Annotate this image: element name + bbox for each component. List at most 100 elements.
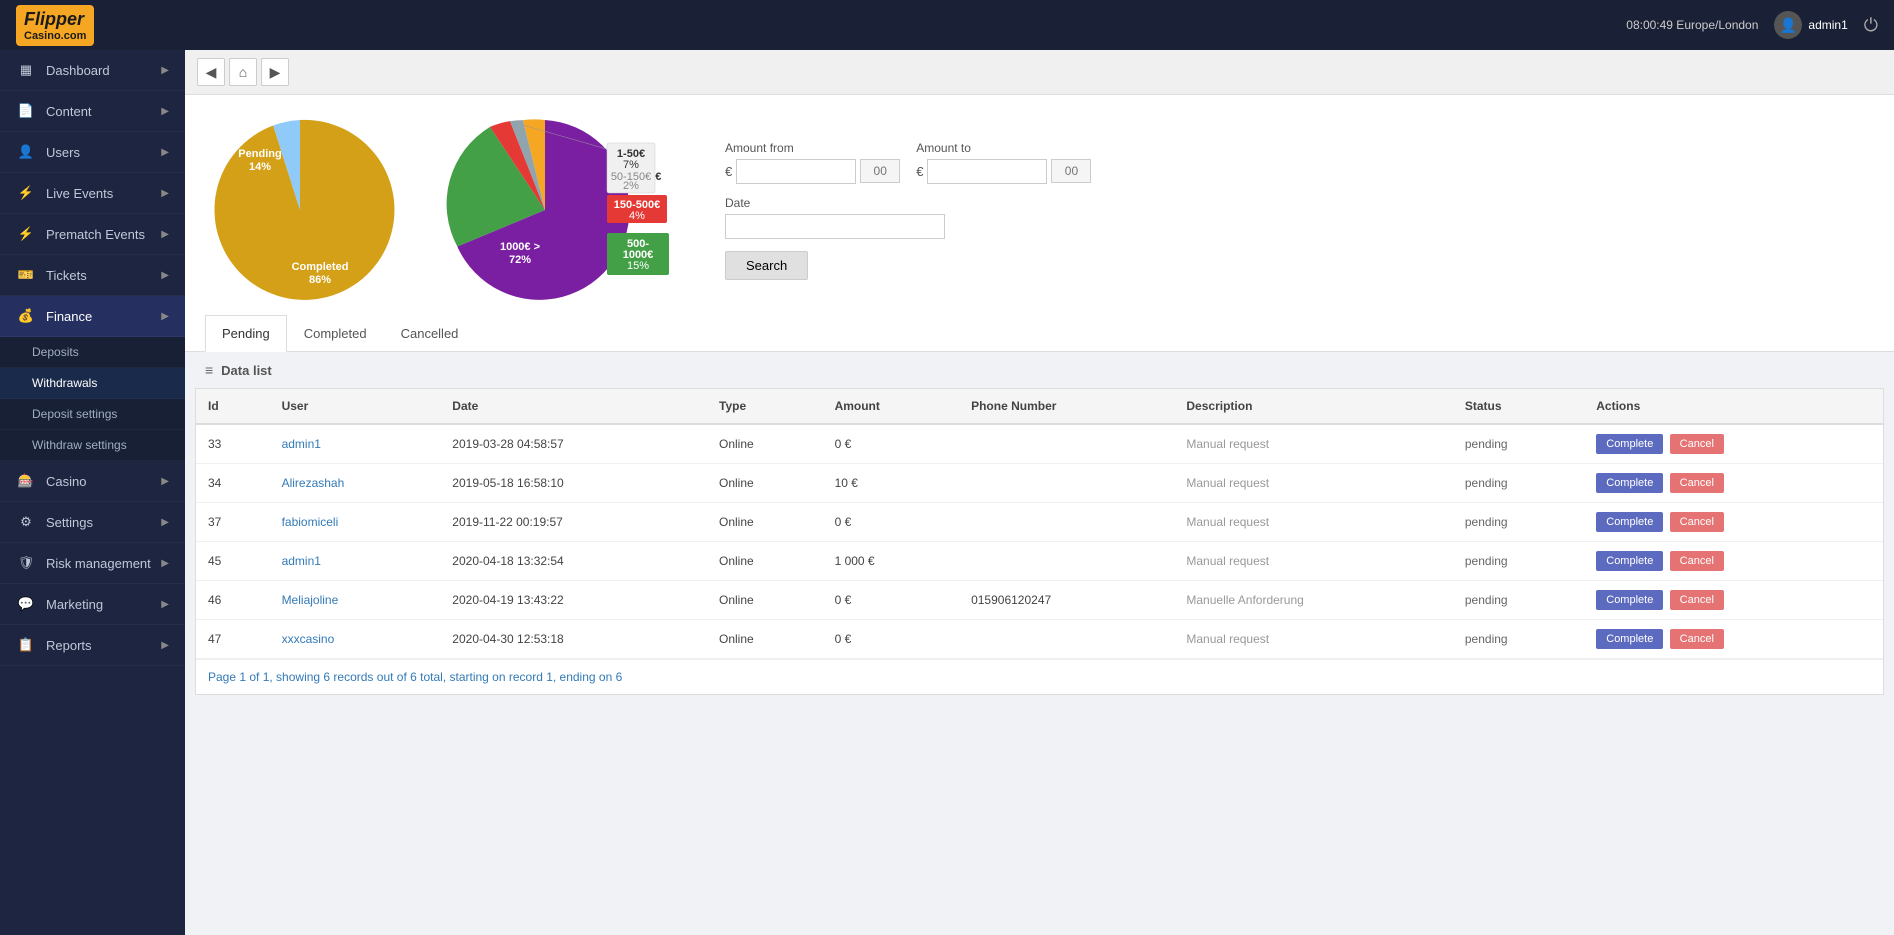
clock: 08:00:49 Europe/London — [1626, 18, 1758, 32]
prematch-icon: ⚡ — [16, 224, 36, 244]
tab-completed[interactable]: Completed — [287, 315, 384, 352]
currency-from-symbol: € — [725, 164, 732, 179]
cell-description: Manual request — [1174, 542, 1452, 581]
amount-pie-chart: 1-50€ 7% 50-150€ 150-500€ 4% 500- 1000€ … — [435, 115, 665, 305]
status-pie-chart: Pending 14% Completed 86% — [205, 115, 395, 305]
user-link[interactable]: Alirezashah — [282, 476, 345, 490]
amount-from-input[interactable] — [736, 159, 856, 184]
cancel-button[interactable]: Cancel — [1670, 473, 1724, 493]
live-events-icon: ⚡ — [16, 183, 36, 203]
chevron-right-icon: ▶ — [161, 270, 169, 281]
forward-button[interactable]: ▶ — [261, 58, 289, 86]
svg-text:1000€ >: 1000€ > — [500, 241, 540, 253]
sidebar-label: Dashboard — [46, 63, 110, 78]
sidebar-item-finance[interactable]: 💰 Finance ▶ — [0, 296, 185, 337]
chevron-right-icon: ▶ — [161, 65, 169, 76]
cell-user: admin1 — [270, 424, 441, 464]
cell-amount: 0 € — [823, 581, 960, 620]
date-input[interactable] — [725, 214, 945, 239]
cell-id: 37 — [196, 503, 270, 542]
amount-to-input[interactable] — [927, 159, 1047, 184]
sidebar-item-risk[interactable]: 🛡 Risk management ▶ — [0, 543, 185, 584]
cancel-button[interactable]: Cancel — [1670, 629, 1724, 649]
cell-actions: Complete Cancel — [1584, 424, 1883, 464]
cell-type: Online — [707, 503, 823, 542]
cancel-button[interactable]: Cancel — [1670, 590, 1724, 610]
sidebar-item-tickets[interactable]: 🎫 Tickets ▶ — [0, 255, 185, 296]
topbar: Flipper Casino.com 08:00:49 Europe/Londo… — [0, 0, 1894, 50]
sidebar-item-content[interactable]: 📄 Content ▶ — [0, 91, 185, 132]
users-icon: 👤 — [16, 142, 36, 162]
sidebar-item-live-events[interactable]: ⚡ Live Events ▶ — [0, 173, 185, 214]
user-link[interactable]: admin1 — [282, 554, 321, 568]
complete-button[interactable]: Complete — [1596, 629, 1663, 649]
cancel-button[interactable]: Cancel — [1670, 551, 1724, 571]
sidebar-item-reports[interactable]: 📋 Reports ▶ — [0, 625, 185, 666]
sidebar-item-deposits[interactable]: Deposits — [0, 337, 185, 368]
search-button[interactable]: Search — [725, 251, 808, 280]
back-button[interactable]: ◀ — [197, 58, 225, 86]
sidebar-item-users[interactable]: 👤 Users ▶ — [0, 132, 185, 173]
tab-cancelled[interactable]: Cancelled — [384, 315, 476, 352]
cell-date: 2019-05-18 16:58:10 — [440, 464, 707, 503]
topbar-right: 08:00:49 Europe/London 👤 admin1 ⏻ — [1626, 11, 1878, 39]
logout-icon[interactable]: ⏻ — [1864, 15, 1878, 36]
sidebar-label: Casino — [46, 474, 86, 489]
svg-text:15%: 15% — [627, 260, 649, 272]
data-table-wrap: Id User Date Type Amount Phone Number De… — [195, 388, 1884, 695]
sidebar-item-casino[interactable]: 🎰 Casino ▶ — [0, 461, 185, 502]
complete-button[interactable]: Complete — [1596, 434, 1663, 454]
cell-type: Online — [707, 581, 823, 620]
cell-id: 33 — [196, 424, 270, 464]
sidebar-label: Marketing — [46, 597, 103, 612]
sidebar-item-prematch[interactable]: ⚡ Prematch Events ▶ — [0, 214, 185, 255]
cancel-button[interactable]: Cancel — [1670, 434, 1724, 454]
user-link[interactable]: Meliajoline — [282, 593, 339, 607]
sidebar-item-withdrawals[interactable]: Withdrawals — [0, 368, 185, 399]
tab-pending[interactable]: Pending — [205, 315, 287, 352]
sidebar-label: Settings — [46, 515, 93, 530]
sidebar-item-deposit-settings[interactable]: Deposit settings — [0, 399, 185, 430]
data-section: ≡ Data list Id User Date Type Amount Pho… — [185, 352, 1894, 705]
amount-from-group: Amount from € — [725, 141, 900, 184]
sidebar-item-dashboard[interactable]: ▦ Dashboard ▶ — [0, 50, 185, 91]
svg-text:Pending: Pending — [238, 148, 281, 160]
dashboard-icon: ▦ — [16, 60, 36, 80]
complete-button[interactable]: Complete — [1596, 512, 1663, 532]
cell-phone — [959, 542, 1174, 581]
cell-actions: Complete Cancel — [1584, 542, 1883, 581]
sidebar-label: Content — [46, 104, 92, 119]
cell-status: pending — [1453, 424, 1584, 464]
sidebar-item-withdraw-settings[interactable]: Withdraw settings — [0, 430, 185, 461]
sidebar-item-settings[interactable]: ⚙ Settings ▶ — [0, 502, 185, 543]
sidebar-label: Tickets — [46, 268, 87, 283]
cell-status: pending — [1453, 464, 1584, 503]
amount-from-decimal[interactable] — [860, 159, 900, 183]
cell-amount: 0 € — [823, 620, 960, 659]
risk-icon: 🛡 — [16, 553, 36, 573]
cell-phone — [959, 464, 1174, 503]
svg-text:86%: 86% — [309, 274, 331, 286]
table-row: 47 xxxcasino 2020-04-30 12:53:18 Online … — [196, 620, 1883, 659]
complete-button[interactable]: Complete — [1596, 590, 1663, 610]
col-actions: Actions — [1584, 389, 1883, 424]
logo: Flipper Casino.com — [16, 5, 102, 46]
amount-filter-row: Amount from € Amount to € — [725, 141, 1874, 184]
cancel-button[interactable]: Cancel — [1670, 512, 1724, 532]
date-filter-group: Date — [725, 196, 1874, 239]
cell-actions: Complete Cancel — [1584, 464, 1883, 503]
chevron-right-icon: ▶ — [161, 517, 169, 528]
user-link[interactable]: xxxcasino — [282, 632, 335, 646]
cell-id: 46 — [196, 581, 270, 620]
complete-button[interactable]: Complete — [1596, 551, 1663, 571]
complete-button[interactable]: Complete — [1596, 473, 1663, 493]
amount-to-decimal[interactable] — [1051, 159, 1091, 183]
cell-user: admin1 — [270, 542, 441, 581]
sidebar-label: Prematch Events — [46, 227, 145, 242]
sidebar-item-marketing[interactable]: 💬 Marketing ▶ — [0, 584, 185, 625]
user-link[interactable]: admin1 — [282, 437, 321, 451]
cell-status: pending — [1453, 542, 1584, 581]
user-link[interactable]: fabiomiceli — [282, 515, 339, 529]
settings-icon: ⚙ — [16, 512, 36, 532]
home-button[interactable]: ⌂ — [229, 58, 257, 86]
